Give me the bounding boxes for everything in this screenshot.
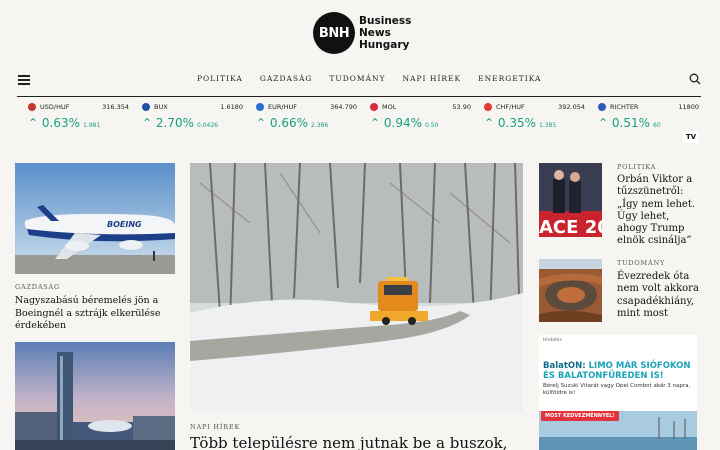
ticker-symbol: EUR/HUF xyxy=(268,103,297,111)
ticker-change-abs: 1.385 xyxy=(539,122,557,129)
ticker-symbol: BUX xyxy=(154,103,168,111)
ticker-item[interactable]: MOL 53.90 ⌃ 0.94% 0.50 xyxy=(359,100,471,132)
ticker-item[interactable]: CHF/HUF 392.054 ⌃ 0.35% 1.385 xyxy=(473,100,585,132)
page: BNH Business News Hungary POLITIKA GAZDA… xyxy=(0,0,720,450)
logo-text: Business News Hungary xyxy=(359,15,411,51)
ticker-price: 11800 xyxy=(678,103,699,111)
logo-line-3: Hungary xyxy=(359,39,410,51)
ad-headline: BalatON: LIMO MÁR SIÓFOKON ÉS BALATONFÜR… xyxy=(543,361,691,381)
chf-flag-icon xyxy=(484,103,492,111)
ticker-symbol: USD/HUF xyxy=(40,103,70,111)
article-image-snow-plow[interactable] xyxy=(190,163,523,412)
ticker-price: 316.354 xyxy=(102,103,129,111)
article-headline[interactable]: Évezredek óta nem volt akkora csapadékhi… xyxy=(617,271,702,320)
ticker-change-abs: 2.386 xyxy=(311,122,329,129)
article-category[interactable]: TUDOMÁNY xyxy=(617,259,665,267)
site-logo[interactable]: BNH Business News Hungary xyxy=(313,12,411,54)
ticker-change-pct: ⌃ 0.35% xyxy=(484,116,536,130)
article-category[interactable]: POLITIKA xyxy=(617,163,656,171)
ticker-change-abs: 1.981 xyxy=(83,122,101,129)
ticker-item[interactable]: EUR/HUF 364.790 ⌃ 0.66% 2.386 xyxy=(245,100,357,132)
nav-item-energetika[interactable]: ENERGETIKA xyxy=(478,74,541,83)
bux-icon xyxy=(142,103,150,111)
header-divider xyxy=(17,96,701,97)
market-ticker: USD/HUF 316.354 ⌃ 0.63% 1.981 BUX 1.6180 … xyxy=(17,100,701,132)
ticker-change-abs: 0.0426 xyxy=(197,122,218,129)
ticker-change-pct: ⌃ 0.94% xyxy=(370,116,422,130)
tradingview-logo-icon[interactable]: TV xyxy=(683,131,699,143)
ticker-change-pct: ⌃ 0.51% xyxy=(598,116,650,130)
ticker-item[interactable]: USD/HUF 316.354 ⌃ 0.63% 1.981 xyxy=(17,100,129,132)
article-headline[interactable]: Több településre nem jutnak be a buszok, xyxy=(190,434,523,450)
advertisement[interactable]: Hirdetés BalatON: LIMO MÁR SIÓFOKON ÉS B… xyxy=(539,335,697,450)
ticker-symbol: RICHTER xyxy=(610,103,639,111)
ticker-change-abs: 60 xyxy=(653,122,661,129)
article-headline[interactable]: Nagyszabású béremelés jön a Boeingnél a … xyxy=(15,295,177,333)
ticker-change-pct: ⌃ 2.70% xyxy=(142,116,194,130)
ticker-change-pct: ⌃ 0.63% xyxy=(28,116,80,130)
ad-cta-button[interactable]: MOST KEDVEZMÉNNYEL! xyxy=(541,411,619,421)
svg-text:ACE 20: ACE 20 xyxy=(539,217,602,237)
article-image-politics[interactable]: ACE 20 xyxy=(539,163,602,237)
nav-item-tudomany[interactable]: TUDOMÁNY xyxy=(329,74,385,83)
main-nav: POLITIKA GAZDASÁG TUDOMÁNY NAPI HÍREK EN… xyxy=(0,66,720,94)
ticker-item[interactable]: RICHTER 11800 ⌃ 0.51% 60 xyxy=(587,100,699,132)
usd-flag-icon xyxy=(28,103,36,111)
ticker-symbol: CHF/HUF xyxy=(496,103,525,111)
ticker-change-pct: ⌃ 0.66% xyxy=(256,116,308,130)
logo-line-1: Business xyxy=(359,15,412,27)
ticker-change-abs: 0.50 xyxy=(425,122,439,129)
article-category[interactable]: GAZDASÁG xyxy=(15,283,60,291)
ad-label: Hirdetés xyxy=(543,338,562,343)
search-icon[interactable] xyxy=(689,73,701,85)
logo-line-2: News xyxy=(359,27,391,39)
nav-item-gazdasag[interactable]: GAZDASÁG xyxy=(260,74,313,83)
ticker-price: 53.90 xyxy=(452,103,471,111)
logo-mark: BNH xyxy=(313,12,355,54)
eur-flag-icon xyxy=(256,103,264,111)
article-image-building[interactable] xyxy=(15,342,175,450)
ticker-price: 364.790 xyxy=(330,103,357,111)
article-headline[interactable]: Orbán Viktor a tűzszünetről: „Így nem le… xyxy=(617,174,702,248)
richter-icon xyxy=(598,103,606,111)
mol-icon xyxy=(370,103,378,111)
ticker-price: 392.054 xyxy=(558,103,585,111)
ad-body: Bérelj Suzuki Vitarát vagy Opel Combot a… xyxy=(543,383,691,396)
ticker-price: 1.6180 xyxy=(220,103,243,111)
article-image-canyon[interactable] xyxy=(539,259,602,322)
ticker-item[interactable]: BUX 1.6180 ⌃ 2.70% 0.0426 xyxy=(131,100,243,132)
svg-text:BOEING: BOEING xyxy=(107,220,142,229)
menu-icon[interactable] xyxy=(18,75,30,85)
article-image-boeing[interactable]: BOEING xyxy=(15,163,175,274)
ticker-symbol: MOL xyxy=(382,103,397,111)
nav-item-napi-hirek[interactable]: NAPI HÍREK xyxy=(403,74,462,83)
nav-item-politika[interactable]: POLITIKA xyxy=(197,74,243,83)
article-category[interactable]: NAPI HÍREK xyxy=(190,423,240,431)
